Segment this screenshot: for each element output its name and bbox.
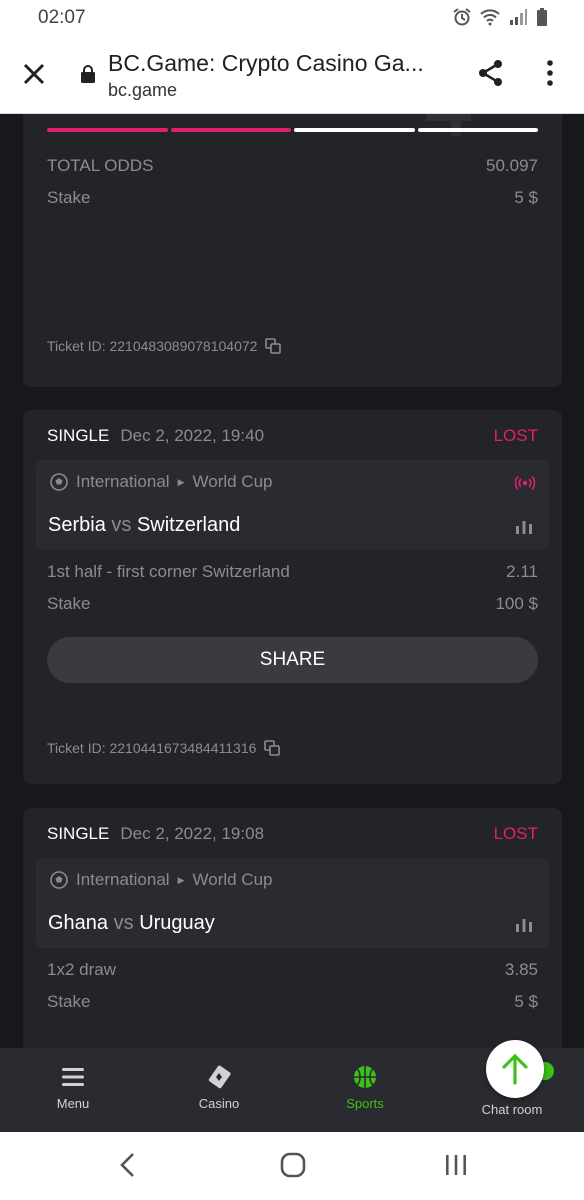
chevron-right-icon: ▶ (177, 476, 185, 487)
away-team: Switzerland (136, 514, 241, 536)
ticket-id: Ticket ID: 2210441673484411316 (47, 740, 281, 756)
soccer-ball-icon (50, 871, 68, 889)
status-time: 02:07 (38, 7, 86, 28)
chevron-right-icon: ▶ (177, 874, 185, 885)
bet-status-badge: LOST (493, 824, 538, 843)
copy-icon[interactable] (264, 740, 281, 756)
bet-history-list[interactable]: TOTAL ODDS 50.097 Stake 5 $ Ticket ID: 2… (0, 114, 584, 1048)
alarm-icon (453, 8, 471, 26)
match-teams: Serbia vs Switzerland (48, 514, 240, 537)
bet-type: SINGLE (47, 824, 110, 843)
ticket-id: Ticket ID: 2210483089078104072 (47, 338, 282, 354)
league-breadcrumb: International ▶ World Cup (50, 870, 273, 890)
total-odds-row: TOTAL ODDS 50.097 (47, 156, 538, 176)
nav-chat-label: Chat room (481, 1102, 543, 1117)
nav-menu-label: Menu (56, 1096, 90, 1111)
market-label: 1st half - first corner Switzerland (47, 562, 290, 581)
away-team: Uruguay (139, 912, 215, 934)
stake-value: 5 $ (514, 992, 538, 1011)
browser-toolbar: BC.Game: Crypto Casino Ga... bc.game (0, 36, 584, 114)
casino-cards-icon (208, 1065, 231, 1089)
nav-sports-label: Sports (346, 1096, 384, 1111)
nav-sports[interactable]: Sports (315, 1064, 415, 1111)
market-label: 1x2 draw (47, 960, 116, 979)
more-options-icon[interactable] (540, 58, 560, 88)
progress-segment-1 (47, 128, 168, 132)
status-icons (452, 8, 548, 26)
basketball-icon (354, 1066, 376, 1088)
league-region: International (76, 870, 170, 889)
page-title[interactable]: BC.Game: Crypto Casino Ga... (108, 50, 438, 77)
page-url[interactable]: bc.game (108, 80, 177, 101)
recent-apps-icon[interactable] (444, 1152, 468, 1178)
scroll-to-top-button[interactable] (486, 1040, 544, 1098)
stats-icon[interactable] (515, 916, 533, 932)
soccer-ball-icon (50, 473, 68, 491)
home-team: Ghana (48, 912, 109, 934)
ticket-id-text: Ticket ID: 2210441673484411316 (47, 740, 257, 756)
stake-label: Stake (47, 188, 91, 207)
stake-value: 100 $ (495, 594, 538, 613)
match-teams: Ghana vs Uruguay (48, 912, 215, 935)
stake-row: Stake 5 $ (47, 992, 538, 1012)
system-navigation-bar (0, 1132, 584, 1200)
back-icon[interactable] (118, 1152, 138, 1178)
arrow-up-icon (502, 1053, 528, 1085)
home-icon[interactable] (280, 1152, 306, 1178)
market-row: 1x2 draw 3.85 (47, 960, 538, 980)
stake-label: Stake (47, 992, 91, 1011)
wifi-icon (480, 9, 500, 26)
bet-status-badge: LOST (493, 426, 538, 445)
home-team: Serbia (48, 514, 106, 536)
league-region: International (76, 472, 170, 491)
market-odds: 2.11 (506, 562, 538, 581)
nav-menu[interactable]: Menu (23, 1064, 123, 1111)
vs-label: vs (113, 912, 134, 934)
market-row: 1st half - first corner Switzerland 2.11 (47, 562, 538, 582)
bet-date: Dec 2, 2022, 19:40 (120, 426, 265, 445)
nav-chat[interactable]: Chat room (462, 1102, 562, 1117)
close-icon[interactable] (20, 60, 48, 88)
stats-icon[interactable] (515, 518, 533, 534)
status-bar: 02:07 (0, 0, 584, 36)
share-icon[interactable] (476, 58, 506, 88)
progress-segment-3 (294, 128, 415, 132)
stake-row: Stake 100 $ (47, 594, 538, 614)
bet-card[interactable]: SINGLE Dec 2, 2022, 19:08 LOST Internati… (23, 808, 562, 1048)
bet-type: SINGLE (47, 426, 110, 445)
match-box[interactable]: International ▶ World Cup Ghana vs Urugu… (36, 858, 549, 948)
nav-casino-label: Casino (198, 1096, 240, 1111)
menu-icon (62, 1068, 84, 1086)
league-name: World Cup (192, 870, 273, 889)
lock-icon[interactable] (80, 64, 96, 84)
ticket-id-text: Ticket ID: 2210483089078104072 (47, 338, 258, 354)
signal-icon (510, 9, 527, 25)
bet-card-parlay: TOTAL ODDS 50.097 Stake 5 $ Ticket ID: 2… (23, 114, 562, 387)
bet-date: Dec 2, 2022, 19:08 (120, 824, 265, 843)
copy-icon[interactable] (265, 338, 282, 354)
battery-icon (537, 8, 547, 26)
match-box[interactable]: International ▶ World Cup Serbia vs Swit… (36, 460, 549, 550)
progress-segment-4 (417, 128, 538, 132)
share-button[interactable]: SHARE (47, 637, 538, 683)
odds-progress (47, 128, 538, 132)
bet-card[interactable]: SINGLE Dec 2, 2022, 19:40 LOST Internati… (23, 410, 562, 784)
card-decoration-icon (426, 114, 471, 136)
league-name: World Cup (192, 472, 273, 491)
nav-casino[interactable]: Casino (169, 1064, 269, 1111)
total-odds-label: TOTAL ODDS (47, 156, 154, 175)
market-odds: 3.85 (504, 960, 538, 979)
league-breadcrumb: International ▶ World Cup (50, 472, 273, 492)
bet-header: SINGLE Dec 2, 2022, 19:08 LOST (47, 822, 538, 846)
progress-segment-2 (170, 128, 291, 132)
live-broadcast-icon[interactable] (515, 475, 535, 491)
stake-row: Stake 5 $ (47, 188, 538, 208)
stake-label: Stake (47, 594, 91, 613)
bet-header: SINGLE Dec 2, 2022, 19:40 LOST (47, 424, 538, 448)
total-odds-value: 50.097 (486, 156, 538, 175)
vs-label: vs (111, 514, 132, 536)
stake-value: 5 $ (514, 188, 538, 207)
